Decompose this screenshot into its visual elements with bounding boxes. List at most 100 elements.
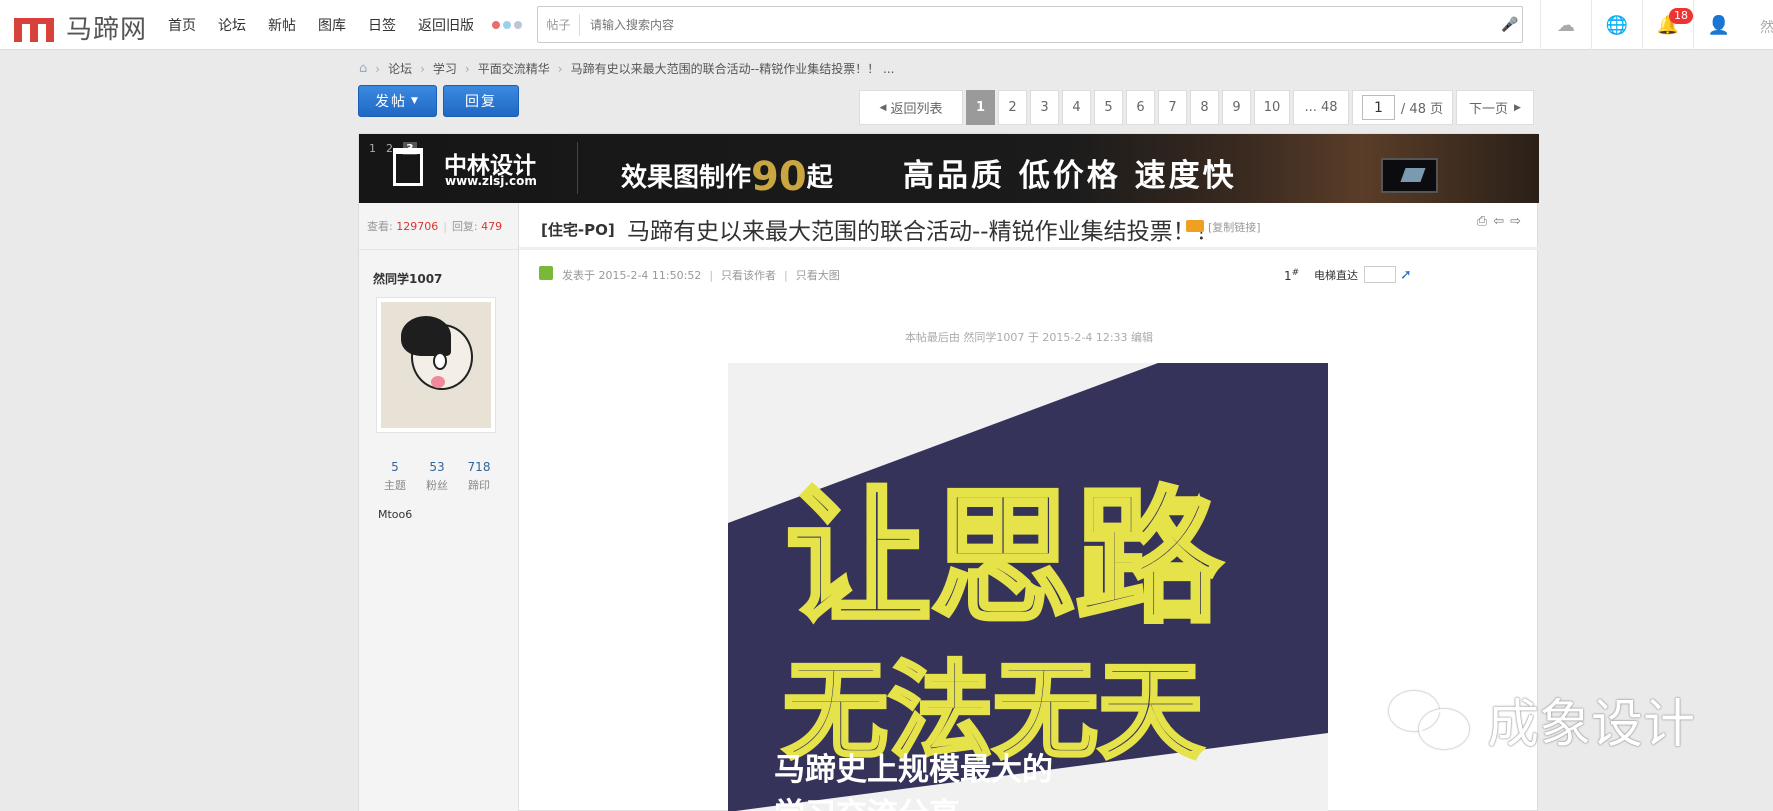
reply-button[interactable]: 回复 [443,85,519,117]
ad-slide-2[interactable]: 2 [386,142,393,155]
author-sidebar: 查看: 129706 | 回复: 479 然同学1007 5 主题 53 粉丝 71… [359,203,519,811]
topics-count: 5 [391,460,399,474]
search-input[interactable] [580,9,1498,40]
prev-thread-icon[interactable]: ⇦ [1493,214,1504,229]
nav-forum[interactable]: 论坛 [218,15,246,35]
microphone-icon[interactable]: 🎤 [1498,17,1522,33]
page-8[interactable]: 8 [1190,90,1219,125]
floor-value: 1 [1284,269,1292,283]
breadcrumb-forum[interactable]: 论坛 [388,60,412,77]
chevron-right-icon: › [420,61,425,76]
page-jump-input[interactable] [1361,95,1395,120]
author-name[interactable]: 然同学1007 [373,270,442,287]
page-2[interactable]: 2 [998,90,1027,125]
more-dots-icon[interactable] [492,21,522,29]
page-7[interactable]: 7 [1158,90,1187,125]
watermark-text: 成象设计 [1487,695,1696,755]
search-bar: 帖子 🎤 [537,6,1523,43]
post-meta-text: 发表于 2015-2-4 11:50:52 | 只看该作者 | 只看大图 [562,269,840,282]
pagination: ◀返回列表 1 2 3 4 5 6 7 8 9 10 ... 48 / 48 页… [859,90,1534,125]
edit-notice: 本帖最后由 然同学1007 于 2015-2-4 12:33 编辑 [904,331,1154,344]
page-9[interactable]: 9 [1222,90,1251,125]
thread-title-row: [住宅-PO] 马蹄有史以来最大范围的联合活动--精锐作业集结投票！！ [复制链… [519,203,1539,250]
copy-link[interactable]: [复制链接] [1186,219,1261,235]
user-icon[interactable]: 👤 [1693,0,1744,50]
back-to-list-button[interactable]: ◀ 返回列表 [859,90,963,125]
thread-title: 马蹄有史以来最大范围的联合活动--精锐作业集结投票！！ [627,219,1219,245]
poster-line-1: 让思路 [786,474,1222,643]
go-icon[interactable]: ➚ [1400,267,1412,283]
online-status-icon [539,266,553,280]
thread-stats: 查看: 129706 | 回复: 479 [359,203,518,250]
wechat-icon [1385,685,1475,755]
copy-link-label: [复制链接] [1208,221,1261,234]
toolbar-icons: ☁ 🌐 🔔 18 👤 [1540,0,1744,50]
breadcrumb-section[interactable]: 平面交流精华 [478,60,550,77]
ad-divider [577,142,578,194]
ad-tv-image [1381,158,1438,193]
next-thread-icon[interactable]: ⇨ [1510,214,1521,229]
nav-gallery[interactable]: 图库 [318,15,346,35]
home-icon[interactable]: ⌂ [359,61,367,76]
poster-line-3: 马蹄史上规模最大的 [774,752,1053,788]
floor-jump: 电梯直达 ➚ [1314,266,1412,283]
author-custom-title: Mtoo6 [378,508,413,521]
main-nav: 首页 论坛 新帖 图库 日签 返回旧版 [168,0,522,50]
page-3[interactable]: 3 [1030,90,1059,125]
poster-graphic: 让思路 无法无天 马蹄史上规模最大的 学习交流分享 [728,363,1328,811]
breadcrumb-study[interactable]: 学习 [433,60,457,77]
floor-jump-input[interactable] [1364,266,1396,283]
ad-headline-slogan: 高品质 低价格 速度快 [903,158,1237,194]
print-icon[interactable]: ⎙ [1477,214,1487,229]
nav-old-version[interactable]: 返回旧版 [418,15,474,35]
globe-icon[interactable]: 🌐 [1591,0,1642,50]
ad-banner[interactable]: 1 2 3 中林设计 www.zlsj.com 效果图制作90起 高品质 低价格… [359,134,1539,203]
breadcrumb: ⌂ › 论坛 › 学习 › 平面交流精华 › 马蹄有史以来最大范围的联合活动--… [359,60,894,77]
ad-price-suffix: 起 [806,163,833,193]
views-label: 查看: [367,220,393,233]
marks-count: 718 [467,460,491,474]
search-scope[interactable]: 帖子 [538,13,580,36]
topics-label: 主题 [384,479,406,492]
page-10[interactable]: 10 [1254,90,1290,125]
page-5[interactable]: 5 [1094,90,1123,125]
nav-home[interactable]: 首页 [168,15,196,35]
user-name-cut[interactable]: 然 [1760,17,1773,37]
only-author-link[interactable]: 只看该作者 [721,269,776,282]
chevron-right-icon: › [464,61,470,76]
thread-tools: ⎙ ⇦ ⇨ [1477,214,1521,229]
site-logo[interactable]: 马蹄网 [14,9,147,46]
stats-divider: | [443,219,447,233]
author-marks[interactable]: 718 蹄印 [459,460,499,493]
page-last[interactable]: ... 48 [1293,90,1349,125]
ad-slide-1[interactable]: 1 [369,142,376,155]
logo-mark-icon [14,14,62,42]
cloud-upload-icon[interactable]: ☁ [1540,0,1591,50]
chevron-right-icon: › [375,61,381,76]
page-jump-box: / 48 页 [1352,90,1453,125]
bell-icon[interactable]: 🔔 18 [1642,0,1693,50]
breadcrumb-thread[interactable]: 马蹄有史以来最大范围的联合活动--精锐作业集结投票！！ ... [571,60,895,77]
post-image[interactable]: 让思路 无法无天 马蹄史上规模最大的 学习交流分享 [728,363,1328,811]
only-images-link[interactable]: 只看大图 [796,269,840,282]
next-page-button[interactable]: 下一页 ▶ [1456,90,1534,125]
new-post-label: 发帖 [375,94,408,110]
author-topics[interactable]: 5 主题 [375,460,415,493]
page-6[interactable]: 6 [1126,90,1155,125]
avatar-image [381,302,491,428]
watermark: 成象设计 [1385,682,1695,757]
nav-daily[interactable]: 日签 [368,15,396,35]
page-4[interactable]: 4 [1062,90,1091,125]
nav-new-posts[interactable]: 新帖 [268,15,296,35]
author-fans[interactable]: 53 粉丝 [417,460,457,493]
fire-icon [1186,220,1204,232]
notification-badge: 18 [1669,8,1693,24]
views-count: 129706 [396,219,439,233]
thread-type[interactable]: [住宅-PO] [541,219,615,240]
post-time: 发表于 2015-2-4 11:50:52 [562,269,702,282]
page-1[interactable]: 1 [966,90,995,125]
post-meta: 发表于 2015-2-4 11:50:52 | 只看该作者 | 只看大图 1# 电梯直达… [519,250,1539,290]
avatar[interactable] [376,297,496,433]
new-post-button[interactable]: 发帖 ▼ [358,85,437,117]
next-page-label: 下一页 [1469,102,1509,117]
